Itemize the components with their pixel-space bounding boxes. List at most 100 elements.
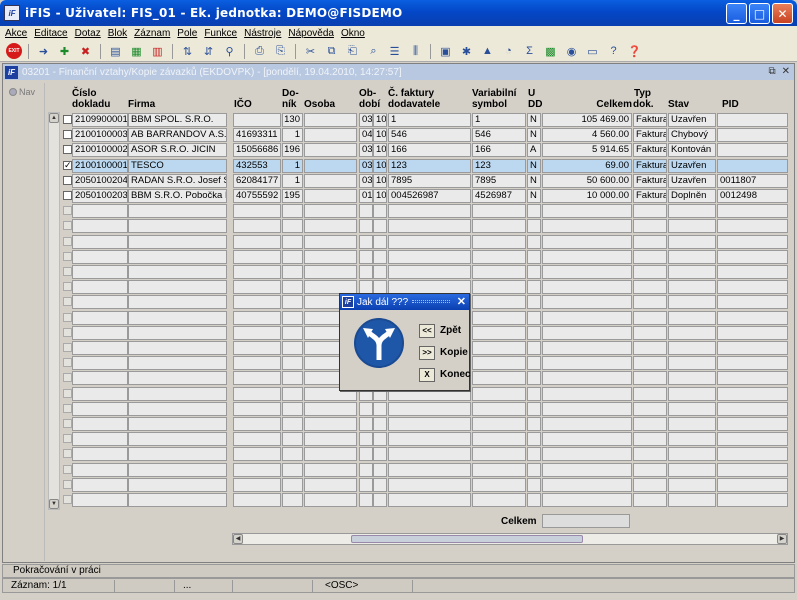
row-checkbox[interactable]	[63, 221, 72, 230]
cell-stav[interactable]	[668, 478, 716, 492]
cell-firma[interactable]	[128, 204, 227, 218]
maximize-button[interactable]: □	[749, 3, 770, 24]
cell-celkem[interactable]: 5 914.65	[542, 143, 632, 157]
cell-faktura[interactable]	[388, 265, 471, 279]
cell-cislo[interactable]	[72, 463, 128, 477]
cell-stav[interactable]: Uzavřen	[668, 174, 716, 188]
row-checkbox[interactable]	[63, 267, 72, 276]
cell-stav[interactable]: Kontován	[668, 143, 716, 157]
cell-celkem[interactable]: 10 000.00	[542, 189, 632, 203]
row-checkbox[interactable]	[63, 480, 72, 489]
cell-ob2[interactable]	[373, 478, 387, 492]
form-close-icon[interactable]: ✕	[782, 66, 790, 77]
cell-ob1[interactable]	[359, 265, 373, 279]
cell-pid[interactable]	[717, 417, 788, 431]
cell-donik[interactable]: 1	[282, 174, 303, 188]
cell-celkem[interactable]	[542, 387, 632, 401]
cell-firma[interactable]	[128, 341, 227, 355]
cell-osoba[interactable]	[304, 204, 357, 218]
row-checkbox[interactable]	[63, 404, 72, 413]
cell-stav[interactable]	[668, 387, 716, 401]
restore-icon[interactable]: ⧉	[768, 66, 775, 77]
cell-ob1[interactable]: 03	[359, 174, 373, 188]
columns-icon[interactable]: ⫼	[407, 43, 424, 59]
cell-stav[interactable]	[668, 447, 716, 461]
row-checkbox[interactable]	[63, 373, 72, 382]
close-button[interactable]: ✕	[772, 3, 793, 24]
cell-celkem[interactable]	[542, 341, 632, 355]
cell-donik[interactable]	[282, 265, 303, 279]
cell-firma[interactable]	[128, 463, 227, 477]
cell-celkem[interactable]	[542, 326, 632, 340]
cell-typ[interactable]	[633, 311, 667, 325]
cell-ob2[interactable]	[373, 432, 387, 446]
cell-firma[interactable]: BBM SPOL. S.R.O.	[128, 113, 227, 127]
cell-cislo[interactable]	[72, 356, 128, 370]
cell-firma[interactable]	[128, 219, 227, 233]
cell-celkem[interactable]	[542, 356, 632, 370]
cell-udd[interactable]	[527, 387, 541, 401]
menu-pole[interactable]: Pole	[177, 28, 197, 39]
cell-vs[interactable]	[472, 341, 526, 355]
cell-firma[interactable]	[128, 265, 227, 279]
cell-typ[interactable]	[633, 447, 667, 461]
sum-icon[interactable]: Σ	[521, 43, 538, 59]
cell-celkem[interactable]	[542, 478, 632, 492]
cell-udd[interactable]	[527, 432, 541, 446]
cell-celkem[interactable]	[542, 250, 632, 264]
minimize-button[interactable]: _	[726, 3, 747, 24]
cell-donik[interactable]	[282, 250, 303, 264]
cell-donik[interactable]: 195	[282, 189, 303, 203]
cell-firma[interactable]	[128, 295, 227, 309]
cell-pid[interactable]: 0011807	[717, 174, 788, 188]
cell-cislo[interactable]	[72, 493, 128, 507]
cell-cislo[interactable]	[72, 219, 128, 233]
cell-vs[interactable]	[472, 235, 526, 249]
cell-donik[interactable]: 130	[282, 113, 303, 127]
nav-button[interactable]: Nav	[9, 87, 44, 97]
cell-osoba[interactable]	[304, 143, 357, 157]
cell-stav[interactable]	[668, 250, 716, 264]
cell-ob2[interactable]	[373, 402, 387, 416]
excel-icon[interactable]: ▩	[542, 43, 559, 59]
cell-faktura[interactable]	[388, 432, 471, 446]
cell-donik[interactable]	[282, 280, 303, 294]
cell-faktura[interactable]	[388, 204, 471, 218]
col-header-osoba[interactable]: Osoba	[304, 99, 335, 110]
cell-typ[interactable]	[633, 463, 667, 477]
cell-typ[interactable]	[633, 493, 667, 507]
col-header-udd[interactable]: U DD	[528, 88, 542, 110]
row-checkbox[interactable]	[63, 358, 72, 367]
cell-ob1[interactable]	[359, 432, 373, 446]
cell-stav[interactable]: Chybový	[668, 128, 716, 142]
col-header-typ[interactable]: Typ dok.	[633, 88, 654, 110]
cell-vs[interactable]: 1	[472, 113, 526, 127]
cell-pid[interactable]	[717, 159, 788, 173]
cell-stav[interactable]	[668, 417, 716, 431]
back-button[interactable]: <<	[419, 324, 435, 338]
menu-dotaz[interactable]: Dotaz	[75, 28, 101, 39]
cell-firma[interactable]	[128, 402, 227, 416]
cell-pid[interactable]	[717, 235, 788, 249]
delete-record-icon[interactable]: ✖	[77, 43, 94, 59]
cell-celkem[interactable]	[542, 402, 632, 416]
col-header-obdobi[interactable]: Ob- dobí	[359, 88, 380, 110]
cell-ob1[interactable]: 03	[359, 113, 373, 127]
cell-ico[interactable]: 62084177	[233, 174, 281, 188]
cell-vs[interactable]	[472, 463, 526, 477]
cell-vs[interactable]	[472, 326, 526, 340]
cell-typ[interactable]: Faktura	[633, 159, 667, 173]
cell-udd[interactable]	[527, 402, 541, 416]
cell-firma[interactable]	[128, 311, 227, 325]
row-checkbox[interactable]	[63, 297, 72, 306]
cell-stav[interactable]: Doplněn	[668, 189, 716, 203]
cell-typ[interactable]	[633, 341, 667, 355]
cell-typ[interactable]	[633, 250, 667, 264]
cell-cislo[interactable]	[72, 265, 128, 279]
row-checkbox[interactable]	[63, 282, 72, 291]
cell-osoba[interactable]	[304, 432, 357, 446]
cell-celkem[interactable]	[542, 280, 632, 294]
cell-pid[interactable]	[717, 371, 788, 385]
cell-osoba[interactable]	[304, 265, 357, 279]
vertical-scrollbar[interactable]: ▲ ▼	[48, 112, 60, 510]
